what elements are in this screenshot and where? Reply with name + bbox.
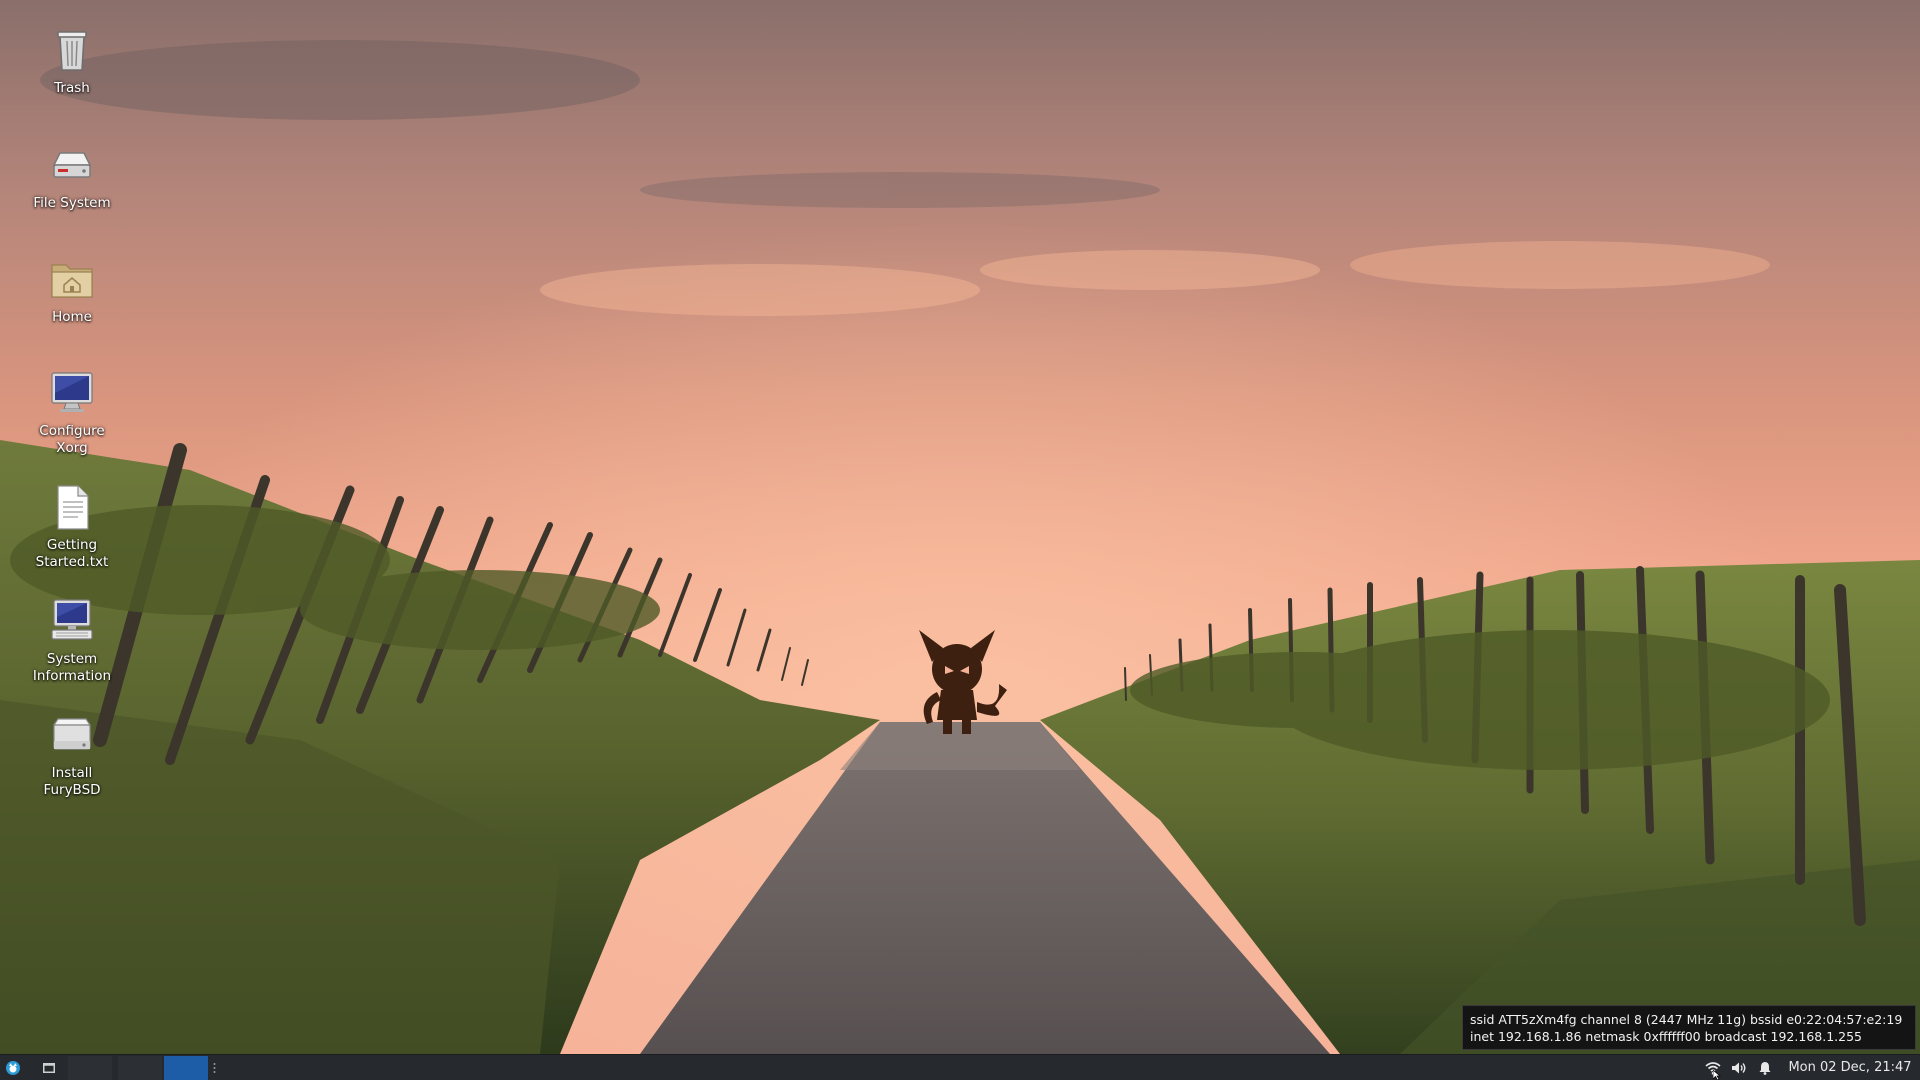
desktop-icon-label: File System xyxy=(33,195,111,211)
workspace-2-button[interactable] xyxy=(118,1056,162,1080)
bell-icon xyxy=(1759,1061,1771,1075)
desktop-icon-system-information[interactable]: System Information xyxy=(10,597,134,685)
notifications-tray-button[interactable] xyxy=(1754,1055,1776,1080)
desktop-icon-home[interactable]: Home xyxy=(10,255,134,326)
show-desktop-button[interactable] xyxy=(38,1055,60,1080)
desktop-icon-label: Trash xyxy=(54,80,90,96)
trash-icon xyxy=(57,31,87,71)
home-folder-icon xyxy=(51,264,93,298)
application-menu-button[interactable] xyxy=(2,1055,24,1080)
furybsd-logo-icon xyxy=(6,1060,20,1075)
network-tooltip: ssid ATT5zXm4fg channel 8 (2447 MHz 11g)… xyxy=(1462,1005,1916,1050)
show-desktop-icon xyxy=(43,1062,55,1073)
hard-drive-icon xyxy=(52,152,92,178)
desktop-icon-install-furybsd[interactable]: Install FuryBSD xyxy=(10,711,134,799)
computer-icon xyxy=(51,599,93,640)
taskbar: Mon 02 Dec, 21:47 xyxy=(0,1054,1920,1080)
wallpaper xyxy=(0,0,1920,1054)
tooltip-line-inet: inet 192.168.1.86 netmask 0xffffff00 bro… xyxy=(1470,1029,1862,1044)
workspace-handle-icon[interactable] xyxy=(211,1055,217,1080)
workspace-1-button[interactable] xyxy=(68,1056,112,1080)
volume-tray-button[interactable] xyxy=(1728,1055,1750,1080)
mouse-pointer-icon xyxy=(1713,1070,1721,1080)
volume-icon xyxy=(1732,1062,1746,1073)
desktop-icon-label: Getting Started.txt xyxy=(35,537,109,570)
desktop-icon-label: Home xyxy=(52,309,92,325)
desktop-icon-getting-started[interactable]: Getting Started.txt xyxy=(10,483,134,571)
desktop-icon-label: System Information xyxy=(32,651,112,684)
desktop-icon-trash[interactable]: Trash xyxy=(10,26,134,97)
clock[interactable]: Mon 02 Dec, 21:47 xyxy=(1780,1055,1920,1080)
desktop-icon-configure-xorg[interactable]: Configure Xorg xyxy=(10,369,134,457)
text-file-icon xyxy=(57,485,89,530)
disk-drive-icon xyxy=(52,718,92,750)
tooltip-line-ssid: ssid ATT5zXm4fg channel 8 (2447 MHz 11g)… xyxy=(1470,1012,1903,1027)
workspace-3-button[interactable] xyxy=(164,1056,208,1080)
monitor-icon xyxy=(51,372,93,412)
desktop-icon-label: Install FuryBSD xyxy=(43,765,101,798)
desktop[interactable]: Trash File System Home Configure Xorg Ge… xyxy=(0,0,1920,1080)
desktop-icon-file-system[interactable]: File System xyxy=(10,141,134,212)
desktop-icon-label: Configure Xorg xyxy=(39,423,105,456)
